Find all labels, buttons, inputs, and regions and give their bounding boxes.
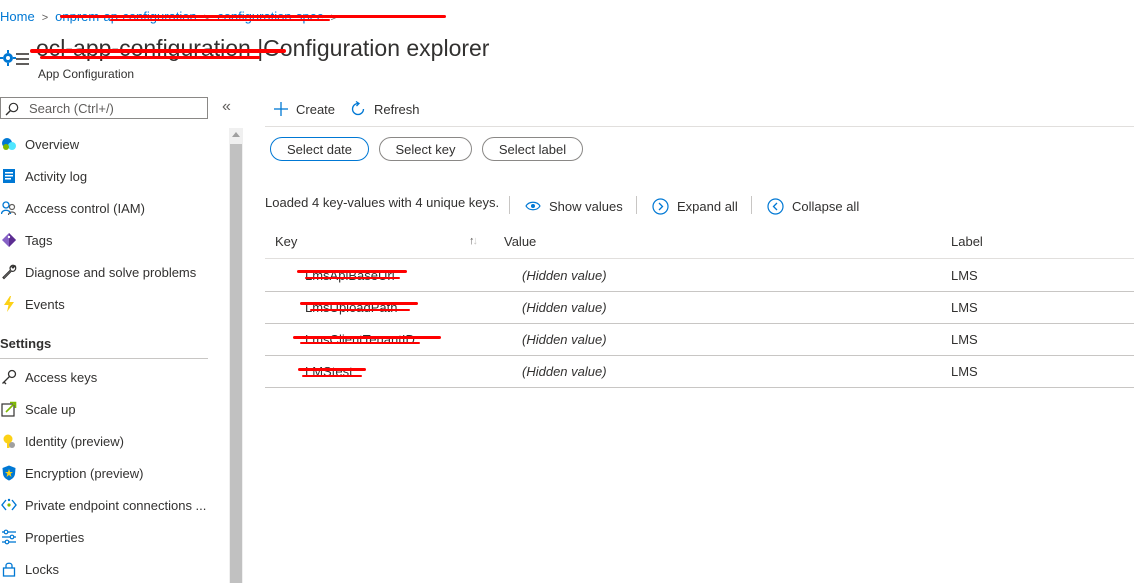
action-separator xyxy=(636,196,637,214)
key-icon xyxy=(0,368,18,386)
search-input[interactable] xyxy=(29,99,199,117)
row-value: (Hidden value) xyxy=(522,300,607,315)
sidebar-item-scale-up[interactable]: Scale up xyxy=(0,393,225,425)
scale-up-icon xyxy=(0,400,18,418)
sidebar-item-access-keys[interactable]: Access keys xyxy=(0,361,225,393)
collapse-all-button[interactable]: Collapse all xyxy=(767,196,859,216)
activity-log-icon xyxy=(0,167,18,185)
sidebar-item-identity[interactable]: Identity (preview) xyxy=(0,425,225,457)
sidebar-item-diagnose[interactable]: Diagnose and solve problems xyxy=(0,256,225,288)
select-key-button[interactable]: Select key xyxy=(379,137,472,161)
table-row[interactable]: LmsUploadPath (Hidden value) LMS xyxy=(265,291,1134,324)
search-icon xyxy=(5,102,19,116)
action-separator xyxy=(751,196,752,214)
shield-icon xyxy=(0,464,18,482)
scroll-up-arrow-icon[interactable] xyxy=(232,132,240,137)
redaction-mark xyxy=(300,342,420,344)
sidebar-scrollbar[interactable] xyxy=(229,128,243,583)
overview-icon xyxy=(0,135,18,153)
toolbar-divider xyxy=(265,126,1134,127)
blade-title: Configuration explorer xyxy=(263,35,490,61)
row-label: LMS xyxy=(951,364,978,379)
redaction-mark xyxy=(297,270,407,273)
private-endpoint-icon xyxy=(0,496,18,514)
collapse-sidebar-button[interactable]: « xyxy=(222,99,238,116)
sidebar-item-private-endpoint[interactable]: Private endpoint connections ... xyxy=(0,489,225,521)
row-key: LmsClientTenantID xyxy=(305,332,415,347)
page-subtitle: App Configuration xyxy=(38,67,135,81)
redaction-mark xyxy=(305,277,400,279)
sidebar-item-locks[interactable]: Locks xyxy=(0,553,225,585)
sidebar-item-activity-log[interactable]: Activity log xyxy=(0,160,225,192)
sort-icon[interactable]: ↑↓ xyxy=(469,235,478,247)
settings-section-title: Settings xyxy=(0,336,52,351)
row-value: (Hidden value) xyxy=(522,364,607,379)
breadcrumb-home[interactable]: Home xyxy=(0,9,35,24)
redaction-mark xyxy=(302,375,362,377)
section-divider xyxy=(0,358,208,359)
chevron-right-icon: > xyxy=(203,12,211,24)
search-box[interactable] xyxy=(0,97,208,119)
eye-icon xyxy=(525,201,541,211)
action-separator xyxy=(509,196,510,214)
loaded-status-text: Loaded 4 key-values with 4 unique keys. xyxy=(265,195,500,210)
row-value: (Hidden value) xyxy=(522,332,607,347)
sidebar-item-overview[interactable]: Overview xyxy=(0,128,225,160)
chevron-right-circle-icon xyxy=(652,197,669,215)
refresh-button[interactable]: Refresh xyxy=(349,98,420,120)
scrollbar-thumb[interactable] xyxy=(230,144,242,583)
refresh-icon xyxy=(351,100,365,116)
tag-icon xyxy=(0,231,18,249)
lock-icon xyxy=(0,560,18,578)
row-label: LMS xyxy=(951,268,978,283)
redaction-mark xyxy=(40,56,260,59)
redaction-mark xyxy=(310,309,410,311)
column-header-label[interactable]: Label xyxy=(951,234,983,249)
redaction-mark xyxy=(30,49,286,53)
sidebar-item-encryption[interactable]: Encryption (preview) xyxy=(0,457,225,489)
chevron-left-circle-icon xyxy=(767,197,784,215)
row-label: LMS xyxy=(951,332,978,347)
redaction-mark xyxy=(300,302,418,305)
sidebar-item-tags[interactable]: Tags xyxy=(0,224,225,256)
redaction-mark xyxy=(298,368,366,371)
plus-icon xyxy=(274,102,288,116)
chevron-right-icon: > xyxy=(41,12,49,24)
column-header-key[interactable]: Key xyxy=(275,234,297,249)
sidebar-item-properties[interactable]: Properties xyxy=(0,521,225,553)
identity-icon xyxy=(0,432,18,450)
properties-icon xyxy=(0,528,18,546)
show-values-button[interactable]: Show values xyxy=(525,196,623,216)
chevron-right-icon: > xyxy=(330,12,337,24)
lightning-icon xyxy=(0,295,18,313)
sidebar-item-events[interactable]: Events xyxy=(0,288,225,320)
table-row[interactable]: LmsClientTenantID (Hidden value) LMS xyxy=(265,323,1134,356)
row-value: (Hidden value) xyxy=(522,268,607,283)
redaction-mark xyxy=(110,19,330,21)
sidebar-item-access-control[interactable]: Access control (IAM) xyxy=(0,192,225,224)
column-header-value[interactable]: Value xyxy=(504,234,536,249)
table-header: Key ↑↓ Value Label xyxy=(265,226,1134,259)
select-label-button[interactable]: Select label xyxy=(482,137,583,161)
create-button[interactable]: Create xyxy=(273,98,335,120)
row-label: LMS xyxy=(951,300,978,315)
iam-icon xyxy=(0,199,18,217)
redaction-mark xyxy=(60,15,446,18)
app-configuration-icon xyxy=(0,44,30,72)
wrench-icon xyxy=(0,263,18,281)
table-row[interactable]: LMStest (Hidden value) LMS xyxy=(265,355,1134,388)
table-row[interactable]: LmsApiBaseUrl (Hidden value) LMS xyxy=(265,259,1134,292)
expand-all-button[interactable]: Expand all xyxy=(652,196,738,216)
select-date-button[interactable]: Select date xyxy=(270,137,369,161)
redaction-mark xyxy=(293,336,441,339)
